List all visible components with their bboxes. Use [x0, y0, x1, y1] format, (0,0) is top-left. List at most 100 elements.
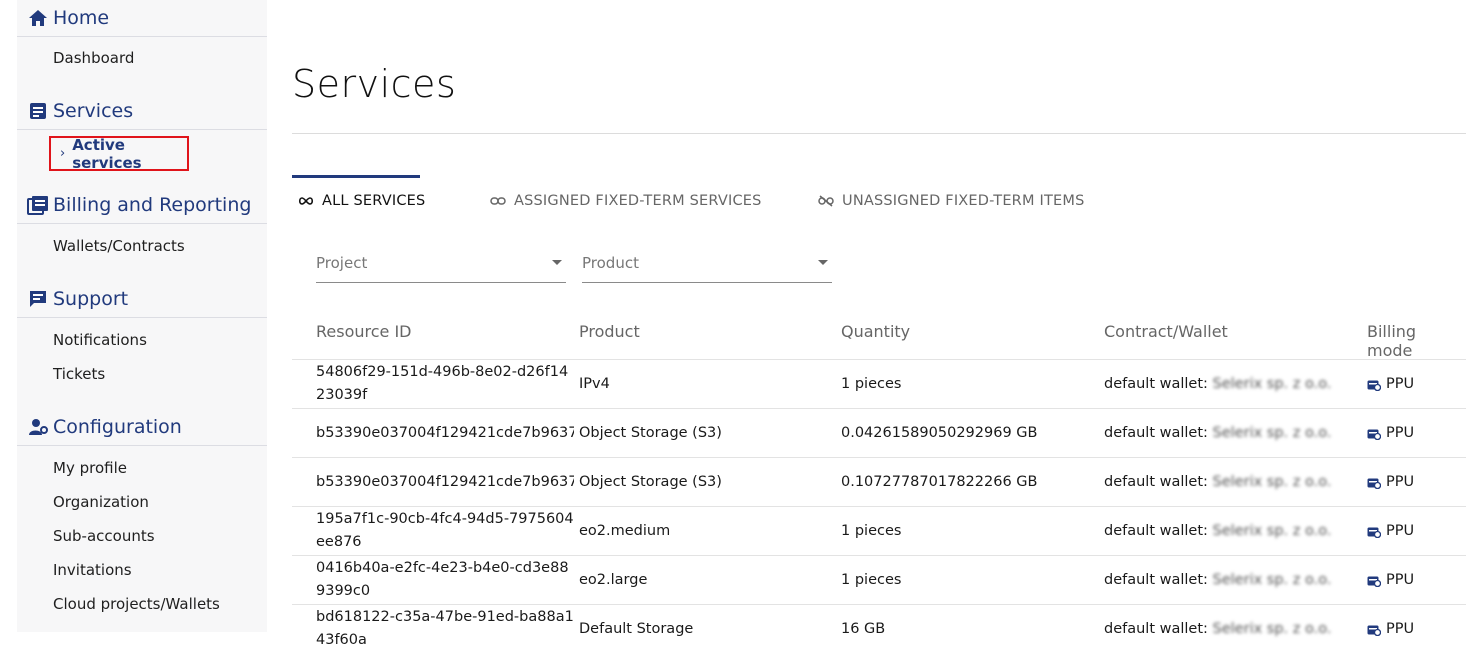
- sidebar-section-services[interactable]: Services: [17, 93, 267, 130]
- billing-mode-cell: PPU: [1367, 618, 1414, 641]
- resource-id-cell: 0416b40a-e2fc-4e23-b4e0-cd3e889399c0: [316, 560, 569, 599]
- wallet-name-redacted: Selerix sp. z o.o.: [1212, 523, 1332, 539]
- table-row[interactable]: bd618122-c35a-47be-91ed-ba88a143f60a Def…: [292, 604, 1466, 652]
- resource-id-cell: 195a7f1c-90cb-4fc4-94d5-7975604ee876: [316, 511, 574, 550]
- wallet-prefix: default wallet:: [1104, 523, 1208, 539]
- link-off-icon: [818, 195, 834, 207]
- link-icon: [490, 196, 506, 206]
- wallet-prefix: default wallet:: [1104, 376, 1208, 392]
- resource-id-cell: b53390e037004f129421cde7b96377f0: [316, 425, 574, 441]
- tab-assigned-fixed-term[interactable]: ASSIGNED FIXED-TERM SERVICES: [490, 186, 762, 216]
- quantity-cell: 16 GB: [841, 621, 886, 637]
- sidebar-item-sub-accounts[interactable]: Sub-accounts: [53, 525, 155, 547]
- sidebar-section-label: Billing and Reporting: [53, 194, 252, 216]
- tab-unassigned-fixed-term[interactable]: UNASSIGNED FIXED-TERM ITEMS: [818, 186, 1084, 216]
- sidebar-item-tickets[interactable]: Tickets: [53, 363, 105, 385]
- sidebar-item-notifications[interactable]: Notifications: [53, 329, 147, 351]
- table-row[interactable]: 0416b40a-e2fc-4e23-b4e0-cd3e889399c0 eo2…: [292, 555, 1466, 604]
- tab-label: ASSIGNED FIXED-TERM SERVICES: [514, 193, 762, 209]
- product-select[interactable]: Product: [582, 250, 832, 283]
- column-header-billing-mode[interactable]: Billing mode: [1367, 322, 1466, 360]
- product-cell: Object Storage (S3): [579, 474, 722, 490]
- billing-mode-cell: PPU: [1367, 569, 1414, 592]
- billing-mode-cell: PPU: [1367, 373, 1414, 396]
- billing-mode-label: PPU: [1386, 474, 1415, 490]
- product-cell: Default Storage: [579, 621, 694, 637]
- column-header-quantity[interactable]: Quantity: [841, 322, 910, 341]
- support-icon: [27, 288, 49, 310]
- table-row[interactable]: b53390e037004f129421cde7b96377f0 Object …: [292, 457, 1466, 506]
- sidebar-section-label: Home: [53, 7, 110, 29]
- product-cell: eo2.medium: [579, 523, 671, 539]
- sidebar-section-billing[interactable]: Billing and Reporting: [17, 187, 267, 224]
- product-cell: Object Storage (S3): [579, 425, 722, 441]
- billing-mode-label: PPU: [1386, 376, 1415, 392]
- billing-icon: [27, 194, 49, 216]
- sidebar-item-invitations[interactable]: Invitations: [53, 559, 132, 581]
- infinity-icon: [298, 196, 314, 206]
- sidebar-section-configuration[interactable]: Configuration: [17, 409, 267, 446]
- dropdown-arrow-icon: [818, 260, 828, 265]
- quantity-cell: 1 pieces: [841, 572, 902, 588]
- quantity-cell: 0.10727787017822266 GB: [841, 474, 1038, 490]
- wallet-name-redacted: Selerix sp. z o.o.: [1212, 621, 1332, 637]
- billing-mode-cell: PPU: [1367, 422, 1414, 445]
- page-title: Services: [292, 62, 457, 106]
- contract-wallet-cell: default wallet: Selerix sp. z o.o.: [1104, 569, 1331, 592]
- billing-mode-label: PPU: [1386, 621, 1415, 637]
- contract-wallet-cell: default wallet: Selerix sp. z o.o.: [1104, 618, 1331, 641]
- active-tab-indicator: [292, 175, 420, 178]
- wallet-clock-icon: [1367, 428, 1381, 440]
- wallet-name-redacted: Selerix sp. z o.o.: [1212, 572, 1332, 588]
- wallet-prefix: default wallet:: [1104, 474, 1208, 490]
- quantity-cell: 1 pieces: [841, 523, 902, 539]
- sidebar-nav: Home Dashboard Services › Active service…: [17, 0, 267, 632]
- tab-label: ALL SERVICES: [322, 193, 426, 209]
- wallet-prefix: default wallet:: [1104, 621, 1208, 637]
- contract-wallet-cell: default wallet: Selerix sp. z o.o.: [1104, 471, 1331, 494]
- contract-wallet-cell: default wallet: Selerix sp. z o.o.: [1104, 373, 1331, 396]
- column-header-contract-wallet[interactable]: Contract/Wallet: [1104, 322, 1228, 341]
- sidebar-section-label: Support: [53, 288, 129, 310]
- quantity-cell: 1 pieces: [841, 376, 902, 392]
- table-row[interactable]: b53390e037004f129421cde7b96377f0 Object …: [292, 408, 1466, 457]
- wallet-name-redacted: Selerix sp. z o.o.: [1212, 474, 1332, 490]
- billing-mode-label: PPU: [1386, 523, 1415, 539]
- wallet-clock-icon: [1367, 575, 1381, 587]
- dropdown-arrow-icon: [552, 260, 562, 265]
- product-cell: eo2.large: [579, 572, 648, 588]
- column-header-product[interactable]: Product: [579, 322, 640, 341]
- sidebar-item-my-profile[interactable]: My profile: [53, 457, 127, 479]
- sidebar-item-active-services[interactable]: › Active services: [49, 135, 189, 172]
- table-row[interactable]: 195a7f1c-90cb-4fc4-94d5-7975604ee876 eo2…: [292, 506, 1466, 555]
- sidebar-item-organization[interactable]: Organization: [53, 491, 149, 513]
- title-divider: [292, 133, 1466, 134]
- wallet-prefix: default wallet:: [1104, 425, 1208, 441]
- billing-mode-cell: PPU: [1367, 520, 1414, 543]
- billing-mode-cell: PPU: [1367, 471, 1414, 494]
- wallet-clock-icon: [1367, 477, 1381, 489]
- column-header-resource-id[interactable]: Resource ID: [316, 322, 412, 341]
- resource-id-cell: bd618122-c35a-47be-91ed-ba88a143f60a: [316, 609, 574, 648]
- sidebar-item-wallets-contracts[interactable]: Wallets/Contracts: [53, 235, 185, 257]
- wallet-name-redacted: Selerix sp. z o.o.: [1212, 425, 1332, 441]
- contract-wallet-cell: default wallet: Selerix sp. z o.o.: [1104, 422, 1331, 445]
- billing-mode-label: PPU: [1386, 572, 1415, 588]
- tab-all-services[interactable]: ALL SERVICES: [298, 186, 425, 216]
- sidebar-item-dashboard[interactable]: Dashboard: [53, 47, 134, 69]
- sidebar-item-label: Active services: [72, 135, 142, 172]
- home-icon: [27, 7, 49, 29]
- project-select[interactable]: Project: [316, 250, 566, 283]
- billing-mode-label: PPU: [1386, 425, 1415, 441]
- project-select-placeholder: Project: [316, 254, 368, 272]
- sidebar-section-home[interactable]: Home: [17, 0, 267, 37]
- wallet-prefix: default wallet:: [1104, 572, 1208, 588]
- table-row[interactable]: 54806f29-151d-496b-8e02-d26f1423039f IPv…: [292, 359, 1466, 408]
- product-cell: IPv4: [579, 376, 610, 392]
- sidebar-item-cloud-projects[interactable]: Cloud projects/Wallets: [53, 593, 220, 615]
- contract-wallet-cell: default wallet: Selerix sp. z o.o.: [1104, 520, 1331, 543]
- sidebar-section-support[interactable]: Support: [17, 281, 267, 318]
- wallet-name-redacted: Selerix sp. z o.o.: [1212, 376, 1332, 392]
- sidebar-section-label: Configuration: [53, 416, 182, 438]
- sidebar-section-label: Services: [53, 100, 134, 122]
